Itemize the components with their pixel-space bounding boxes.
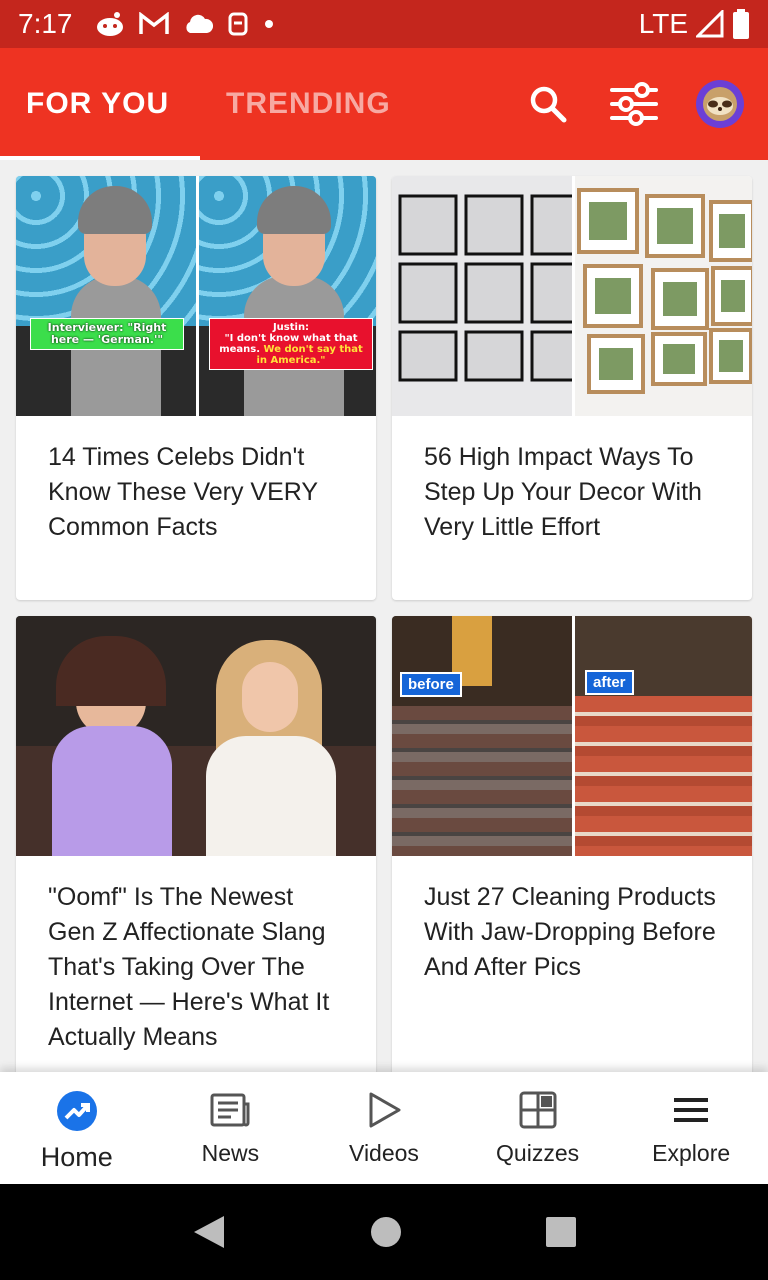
network-type: LTE bbox=[638, 8, 688, 39]
article-card[interactable]: before after Just 27 Cleaning Products W… bbox=[392, 616, 752, 1072]
article-feed[interactable]: Interviewer: "Right here — 'German.'" Ju… bbox=[0, 160, 768, 1072]
article-thumbnail: Interviewer: "Right here — 'German.'" Ju… bbox=[16, 176, 376, 416]
article-card[interactable]: 56 High Impact Ways To Step Up Your Deco… bbox=[392, 176, 752, 600]
nav-home-label: Home bbox=[40, 1142, 113, 1172]
home-circle-icon[interactable] bbox=[370, 1216, 402, 1248]
article-title[interactable]: "Oomf" Is The Newest Gen Z Affectionate … bbox=[16, 856, 376, 1055]
nav-explore-label: Explore bbox=[652, 1140, 731, 1166]
article-title[interactable]: 56 High Impact Ways To Step Up Your Deco… bbox=[392, 416, 752, 545]
article-thumbnail: before after bbox=[392, 616, 752, 856]
notification-icons bbox=[95, 11, 275, 37]
caption-speaker: Justin: bbox=[272, 322, 310, 333]
caption-highlight: We don't say that in America." bbox=[256, 344, 363, 366]
nav-videos-label: Videos bbox=[349, 1140, 419, 1166]
tab-for-you[interactable]: FOR YOU bbox=[0, 48, 200, 160]
filter-icon bbox=[610, 82, 658, 126]
newspaper-icon bbox=[210, 1093, 250, 1127]
app-bar: FOR YOU TRENDING bbox=[0, 48, 768, 160]
tab-for-you-label: FOR YOU bbox=[26, 87, 170, 120]
menu-icon bbox=[674, 1098, 709, 1122]
nav-videos[interactable]: Videos bbox=[307, 1072, 461, 1184]
dot-icon bbox=[264, 20, 273, 28]
article-card[interactable]: Interviewer: "Right here — 'German.'" Ju… bbox=[16, 176, 376, 600]
gmail-icon bbox=[138, 12, 169, 34]
recents-icon[interactable] bbox=[546, 1217, 576, 1247]
article-thumbnail bbox=[392, 176, 752, 416]
play-icon bbox=[369, 1092, 401, 1128]
search-icon bbox=[530, 86, 567, 123]
battery-icon bbox=[733, 9, 749, 39]
after-tag: after bbox=[585, 670, 634, 695]
back-icon[interactable] bbox=[192, 1214, 226, 1250]
filled-frames-image bbox=[577, 188, 752, 394]
avatar[interactable] bbox=[696, 80, 744, 128]
article-title[interactable]: 14 Times Celebs Didn't Know These Very V… bbox=[16, 416, 376, 545]
image-caption-left: Interviewer: "Right here — 'German.'" bbox=[30, 318, 184, 350]
tab-trending-label: TRENDING bbox=[226, 87, 391, 120]
filter-button[interactable] bbox=[610, 80, 658, 128]
system-navigation-bar bbox=[0, 1184, 768, 1280]
nav-quizzes-label: Quizzes bbox=[496, 1140, 580, 1166]
empty-frames-image bbox=[398, 194, 572, 382]
nav-explore[interactable]: Explore bbox=[614, 1072, 768, 1184]
article-title[interactable]: Just 27 Cleaning Products With Jaw-Dropp… bbox=[392, 856, 752, 985]
bottom-navigation: Home News Videos Quizzes Explore bbox=[0, 1072, 768, 1184]
trending-icon bbox=[56, 1091, 97, 1131]
search-button[interactable] bbox=[524, 80, 572, 128]
nav-home[interactable]: Home bbox=[0, 1072, 154, 1184]
nav-quizzes[interactable]: Quizzes bbox=[461, 1072, 615, 1184]
quiz-grid-icon bbox=[519, 1091, 557, 1129]
sloth-avatar-icon bbox=[703, 87, 737, 121]
nav-news-label: News bbox=[201, 1140, 260, 1166]
image-caption-right: Justin: "I don't know what that means. W… bbox=[209, 318, 373, 370]
article-thumbnail bbox=[16, 616, 376, 856]
article-card[interactable]: "Oomf" Is The Newest Gen Z Affectionate … bbox=[16, 616, 376, 1072]
reddit-icon bbox=[96, 12, 123, 36]
before-tag: before bbox=[400, 672, 462, 697]
cloud-icon bbox=[185, 14, 213, 33]
status-bar: 7:17 LTE bbox=[0, 0, 768, 48]
storage-icon bbox=[228, 12, 247, 36]
status-time: 7:17 bbox=[18, 8, 73, 39]
tab-trending[interactable]: TRENDING bbox=[200, 48, 391, 160]
nav-news[interactable]: News bbox=[154, 1072, 308, 1184]
signal-icon bbox=[696, 10, 724, 38]
